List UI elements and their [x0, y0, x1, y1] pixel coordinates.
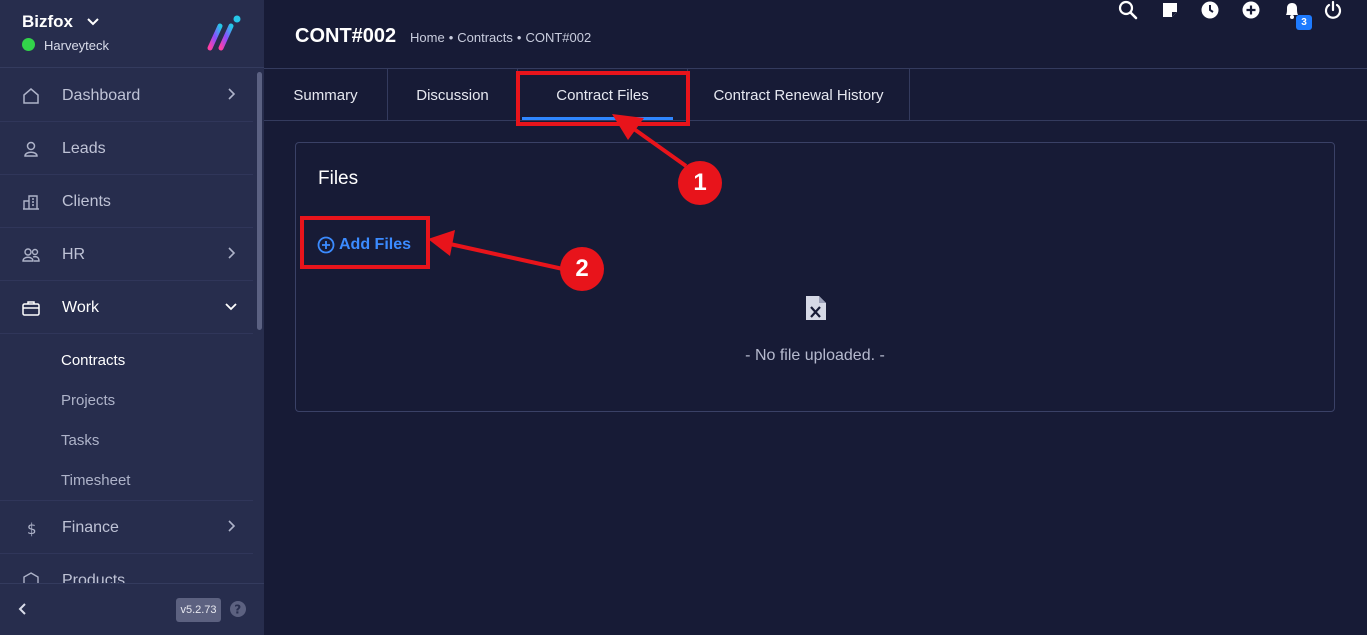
- sidebar-item-label: Dashboard: [62, 87, 141, 104]
- annotation-step-2: 2: [560, 247, 604, 291]
- sidebar-item-leads[interactable]: Leads: [0, 122, 253, 175]
- briefcase-icon: [22, 301, 40, 316]
- file-excel-icon: [806, 296, 826, 320]
- add-circle-icon[interactable]: [1241, 0, 1261, 20]
- submenu-item-tasks[interactable]: Tasks: [0, 420, 253, 460]
- cube-icon: [23, 572, 39, 583]
- brand-header: Bizfox Harveyteck: [0, 0, 264, 68]
- sidebar-item-work[interactable]: Work: [0, 281, 253, 334]
- breadcrumb-separator: •: [516, 30, 522, 45]
- sidebar-item-label: Products: [62, 572, 126, 583]
- breadcrumb-contracts[interactable]: Contracts: [457, 30, 513, 45]
- submenu-item-label: Timesheet: [61, 472, 131, 489]
- sidebar-item-clients[interactable]: Clients: [0, 175, 253, 228]
- tab-bar: Summary Discussion Contract Files Contra…: [264, 69, 1367, 121]
- tab-discussion[interactable]: Discussion: [388, 69, 518, 121]
- company-name[interactable]: Bizfox: [22, 12, 73, 32]
- sidebar-footer: v5.2.73 ?: [0, 583, 264, 635]
- files-card: Files Add Files - No file uploaded. -: [295, 142, 1335, 412]
- sidebar-scrollbar[interactable]: [257, 72, 262, 330]
- submenu-item-label: Tasks: [61, 432, 100, 449]
- online-status-dot: [22, 38, 35, 51]
- sidebar-item-hr[interactable]: HR: [0, 228, 253, 281]
- annotation-box-contract-files: [516, 71, 690, 126]
- chevron-down-icon[interactable]: [86, 15, 100, 29]
- sidebar-item-label: HR: [62, 246, 86, 263]
- sidebar-item-products[interactable]: Products: [0, 554, 253, 583]
- tab-summary[interactable]: Summary: [264, 69, 388, 121]
- tab-contract-renewal-history[interactable]: Contract Renewal History: [688, 69, 910, 121]
- chevron-down-icon: [225, 303, 237, 311]
- notification-count-badge: 3: [1296, 15, 1312, 30]
- work-submenu: Contracts Projects Tasks Timesheet: [0, 334, 253, 501]
- svg-text:?: ?: [234, 603, 241, 617]
- home-icon: [23, 88, 39, 104]
- breadcrumb-current: CONT#002: [525, 30, 592, 45]
- chevron-left-icon[interactable]: [15, 601, 31, 617]
- sidebar-item-label: Finance: [62, 519, 119, 536]
- sidebar-item-finance[interactable]: $ Finance: [0, 501, 253, 554]
- files-card-title: Files: [318, 168, 359, 189]
- top-bar: CONT#002 Home • Contracts • CONT#002 3: [264, 0, 1367, 69]
- sticky-note-icon[interactable]: [1160, 0, 1180, 20]
- svg-text:$: $: [27, 520, 37, 538]
- chevron-right-icon: [228, 520, 236, 532]
- building-icon: [23, 195, 39, 210]
- submenu-item-contracts[interactable]: Contracts: [0, 340, 253, 380]
- breadcrumb: Home • Contracts • CONT#002: [410, 30, 591, 45]
- clock-icon[interactable]: [1200, 0, 1220, 20]
- empty-state-text: - No file uploaded. -: [745, 347, 885, 364]
- sidebar-nav: Dashboard Leads Clients HR Work Contract…: [0, 69, 253, 583]
- version-badge: v5.2.73: [176, 598, 221, 622]
- breadcrumb-separator: •: [448, 30, 454, 45]
- users-icon: [22, 248, 40, 262]
- annotation-box-add-files: [300, 216, 430, 269]
- sidebar-item-label: Clients: [62, 193, 111, 210]
- help-icon[interactable]: ?: [229, 600, 247, 618]
- annotation-step-1: 1: [678, 161, 722, 205]
- sidebar: Bizfox Harveyteck Dashboard Leads Client…: [0, 0, 264, 635]
- breadcrumb-home[interactable]: Home: [410, 30, 445, 45]
- sidebar-item-label: Leads: [62, 140, 106, 157]
- sidebar-item-dashboard[interactable]: Dashboard: [0, 69, 253, 122]
- user-icon: [24, 141, 38, 157]
- dollar-icon: $: [27, 520, 37, 538]
- submenu-item-projects[interactable]: Projects: [0, 380, 253, 420]
- chevron-right-icon: [228, 247, 236, 259]
- submenu-item-timesheet[interactable]: Timesheet: [0, 460, 253, 500]
- submenu-item-label: Projects: [61, 392, 116, 409]
- power-icon[interactable]: [1323, 0, 1343, 20]
- app-logo-icon: [207, 15, 241, 51]
- sidebar-item-label: Work: [62, 299, 100, 316]
- chevron-right-icon: [228, 88, 236, 100]
- submenu-item-label: Contracts: [61, 352, 126, 369]
- page-title: CONT#002: [295, 25, 397, 47]
- search-icon[interactable]: [1118, 0, 1138, 20]
- user-name: Harveyteck: [44, 38, 110, 53]
